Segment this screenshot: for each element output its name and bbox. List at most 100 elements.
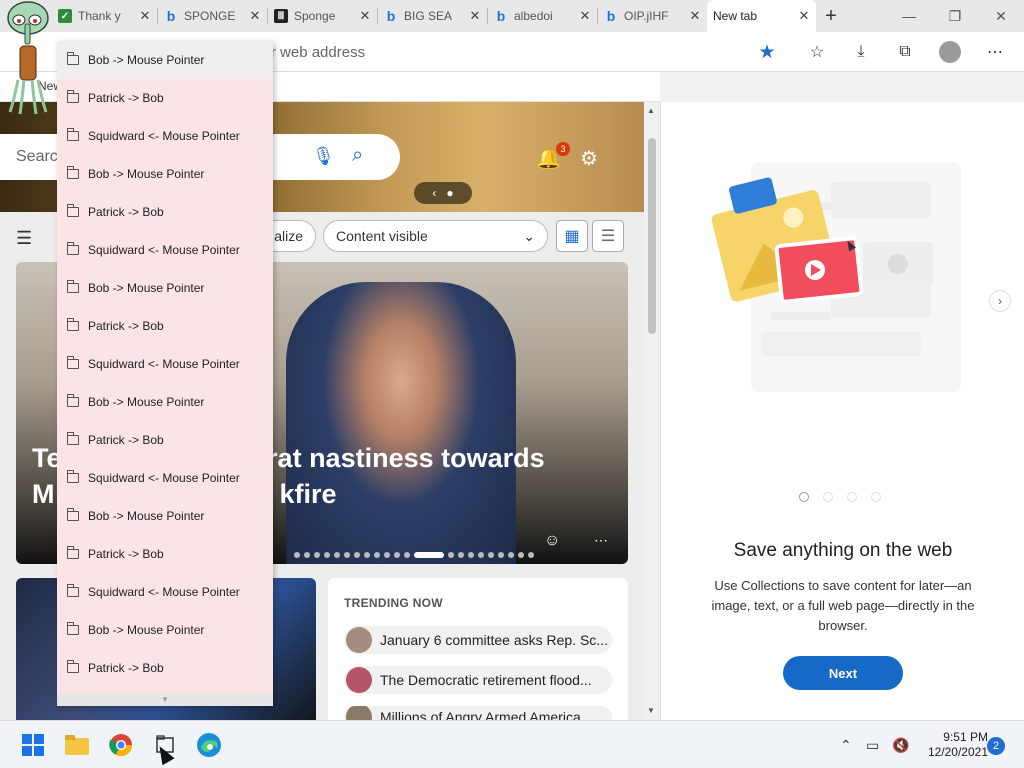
network-icon[interactable]: ▭ [866, 737, 879, 754]
system-clock[interactable]: 9:51 PM 12/20/2021 [916, 730, 988, 760]
tab-4[interactable]: b BIG SEA ✕ [378, 0, 487, 32]
trending-thumbnail [346, 706, 372, 720]
trending-item[interactable]: The Democratic retirement flood... [344, 666, 612, 694]
tab-3[interactable]: Ⅲ Sponge ✕ [268, 0, 377, 32]
more-options-icon[interactable]: ⋯ [594, 532, 608, 549]
minimize-button[interactable]: — [886, 0, 932, 32]
dropdown-label: Content visible [336, 228, 428, 244]
dropdown-item[interactable]: Bob -> Mouse Pointer [57, 269, 273, 307]
volume-muted-icon[interactable]: 🔇 [892, 737, 909, 754]
dropdown-item[interactable]: Bob -> Mouse Pointer [57, 155, 273, 193]
chevron-left-icon[interactable]: ‹ [432, 186, 436, 200]
gear-icon[interactable]: ⚙ [580, 146, 598, 171]
trending-thumbnail [346, 667, 372, 693]
trending-item[interactable]: January 6 committee asks Rep. Sc... [344, 626, 612, 654]
microphone-icon[interactable]: 🎙 [312, 146, 335, 167]
chevron-right-icon[interactable]: › [989, 290, 1011, 312]
dropdown-item-label: Squidward <- Mouse Pointer [88, 129, 240, 143]
grid-view-button[interactable]: ▦ [556, 220, 588, 252]
close-icon[interactable]: ✕ [798, 8, 810, 24]
notification-count-badge[interactable]: 2 [987, 737, 1005, 755]
dropdown-item[interactable]: Bob -> Mouse Pointer [57, 611, 273, 649]
dropdown-item-label: Patrick -> Bob [88, 91, 164, 105]
folder-icon [67, 432, 79, 445]
tab-6[interactable]: b OIP.jIHF ✕ [598, 0, 707, 32]
close-icon[interactable]: ✕ [579, 8, 591, 24]
dropdown-item-label: Bob -> Mouse Pointer [88, 53, 205, 67]
dropdown-item-label: Squidward <- Mouse Pointer [88, 585, 240, 599]
collections-description: Use Collections to save content for late… [711, 578, 975, 633]
book-icon: Ⅲ [274, 9, 288, 23]
dropdown-item[interactable]: Bob -> Mouse Pointer [57, 497, 273, 535]
scroll-down-icon[interactable]: ▼ [647, 706, 655, 715]
background-carousel[interactable]: ‹ ● [414, 182, 472, 204]
reaction-icon[interactable]: ☺ [544, 532, 560, 550]
dropdown-item[interactable]: Squidward <- Mouse Pointer [57, 117, 273, 155]
close-icon[interactable]: ✕ [689, 8, 701, 24]
collections-icon[interactable]: ⧉ [892, 40, 918, 64]
chrome-icon[interactable] [107, 731, 135, 759]
tab-label: Sponge [294, 9, 336, 23]
folder-icon [67, 166, 79, 179]
close-icon[interactable]: ✕ [139, 8, 151, 24]
dropdown-item[interactable]: Bob -> Mouse Pointer [57, 383, 273, 421]
dropdown-item[interactable]: Squidward <- Mouse Pointer [57, 573, 273, 611]
list-view-button[interactable]: ☰ [592, 220, 624, 252]
trending-item[interactable]: Millions of Angry Armed America... [344, 706, 612, 720]
tab-label: New tab [713, 9, 758, 23]
dropdown-item[interactable]: Squidward <- Mouse Pointer [57, 231, 273, 269]
folder-icon [67, 242, 79, 255]
dropdown-item[interactable]: Patrick -> Bob [57, 307, 273, 345]
restore-button[interactable]: ❐ [932, 0, 978, 32]
more-menu-icon[interactable]: ⋯ [982, 40, 1008, 64]
scroll-down-icon[interactable]: ▼ [57, 693, 273, 706]
content-visible-dropdown[interactable]: Content visible ⌄ [323, 220, 548, 252]
script-dropdown-list[interactable]: Bob -> Mouse Pointer Patrick -> Bob Squidw… [57, 41, 273, 706]
favorites-icon[interactable]: ☆ [804, 40, 830, 64]
dropdown-item[interactable]: Bob -> Mouse Pointer [57, 41, 273, 79]
dropdown-item[interactable]: Patrick -> Bob [57, 421, 273, 459]
start-button[interactable] [19, 731, 47, 759]
dropdown-item[interactable]: Squidward <- Mouse Pointer [57, 459, 273, 497]
edge-icon[interactable] [195, 731, 223, 759]
tab-2[interactable]: b SPONGE ✕ [158, 0, 267, 32]
profile-avatar[interactable] [937, 40, 963, 64]
next-button[interactable]: Next [783, 656, 903, 690]
check-icon: ✓ [58, 9, 72, 23]
dropdown-item[interactable]: Squidward <- Mouse Pointer [57, 345, 273, 383]
folder-icon [67, 128, 79, 141]
dropdown-item-label: Bob -> Mouse Pointer [88, 281, 205, 295]
dropdown-item[interactable]: Patrick -> Bob [57, 649, 273, 687]
search-icon[interactable]: ⌕ [352, 144, 363, 167]
dropdown-item-label: Patrick -> Bob [88, 547, 164, 561]
close-icon[interactable]: ✕ [249, 8, 261, 24]
folder-icon [67, 356, 79, 369]
dropdown-item-label: Squidward <- Mouse Pointer [88, 471, 240, 485]
chevron-up-icon[interactable]: ⌃ [840, 737, 852, 754]
scrollbar-thumb[interactable] [648, 138, 656, 334]
flag-icon: ● [446, 186, 454, 200]
dropdown-item[interactable]: Patrick -> Bob [57, 535, 273, 573]
file-explorer-icon[interactable] [63, 731, 91, 759]
carousel-dots[interactable] [294, 552, 534, 558]
close-icon[interactable]: ✕ [359, 8, 371, 24]
tab-label: SPONGE [184, 9, 236, 23]
clock-date: 12/20/2021 [927, 745, 988, 759]
page-scrollbar[interactable]: ▲ ▼ [644, 102, 660, 720]
address-bar[interactable]: nter web address [250, 37, 790, 67]
new-tab-button[interactable]: + [816, 0, 846, 32]
collections-illustration [711, 162, 961, 392]
scroll-up-icon[interactable]: ▲ [647, 106, 655, 115]
folder-icon [67, 584, 79, 597]
favorite-star-icon[interactable]: ★ [754, 40, 780, 64]
tab-strip: ✓ Thank y ✕ b SPONGE ✕ Ⅲ Sponge ✕ b BIG … [0, 0, 1024, 32]
tab-new-tab[interactable]: New tab ✕ [707, 0, 816, 32]
onboarding-pager[interactable] [799, 492, 881, 502]
downloads-icon[interactable]: ⤓ [848, 40, 874, 64]
dropdown-item[interactable]: Patrick -> Bob [57, 79, 273, 117]
close-icon[interactable]: ✕ [469, 8, 481, 24]
close-window-button[interactable]: ✕ [978, 0, 1024, 32]
tab-5[interactable]: b albedoi ✕ [488, 0, 597, 32]
dropdown-item[interactable]: Patrick -> Bob [57, 193, 273, 231]
hamburger-menu-icon[interactable]: ☰ [16, 228, 32, 249]
